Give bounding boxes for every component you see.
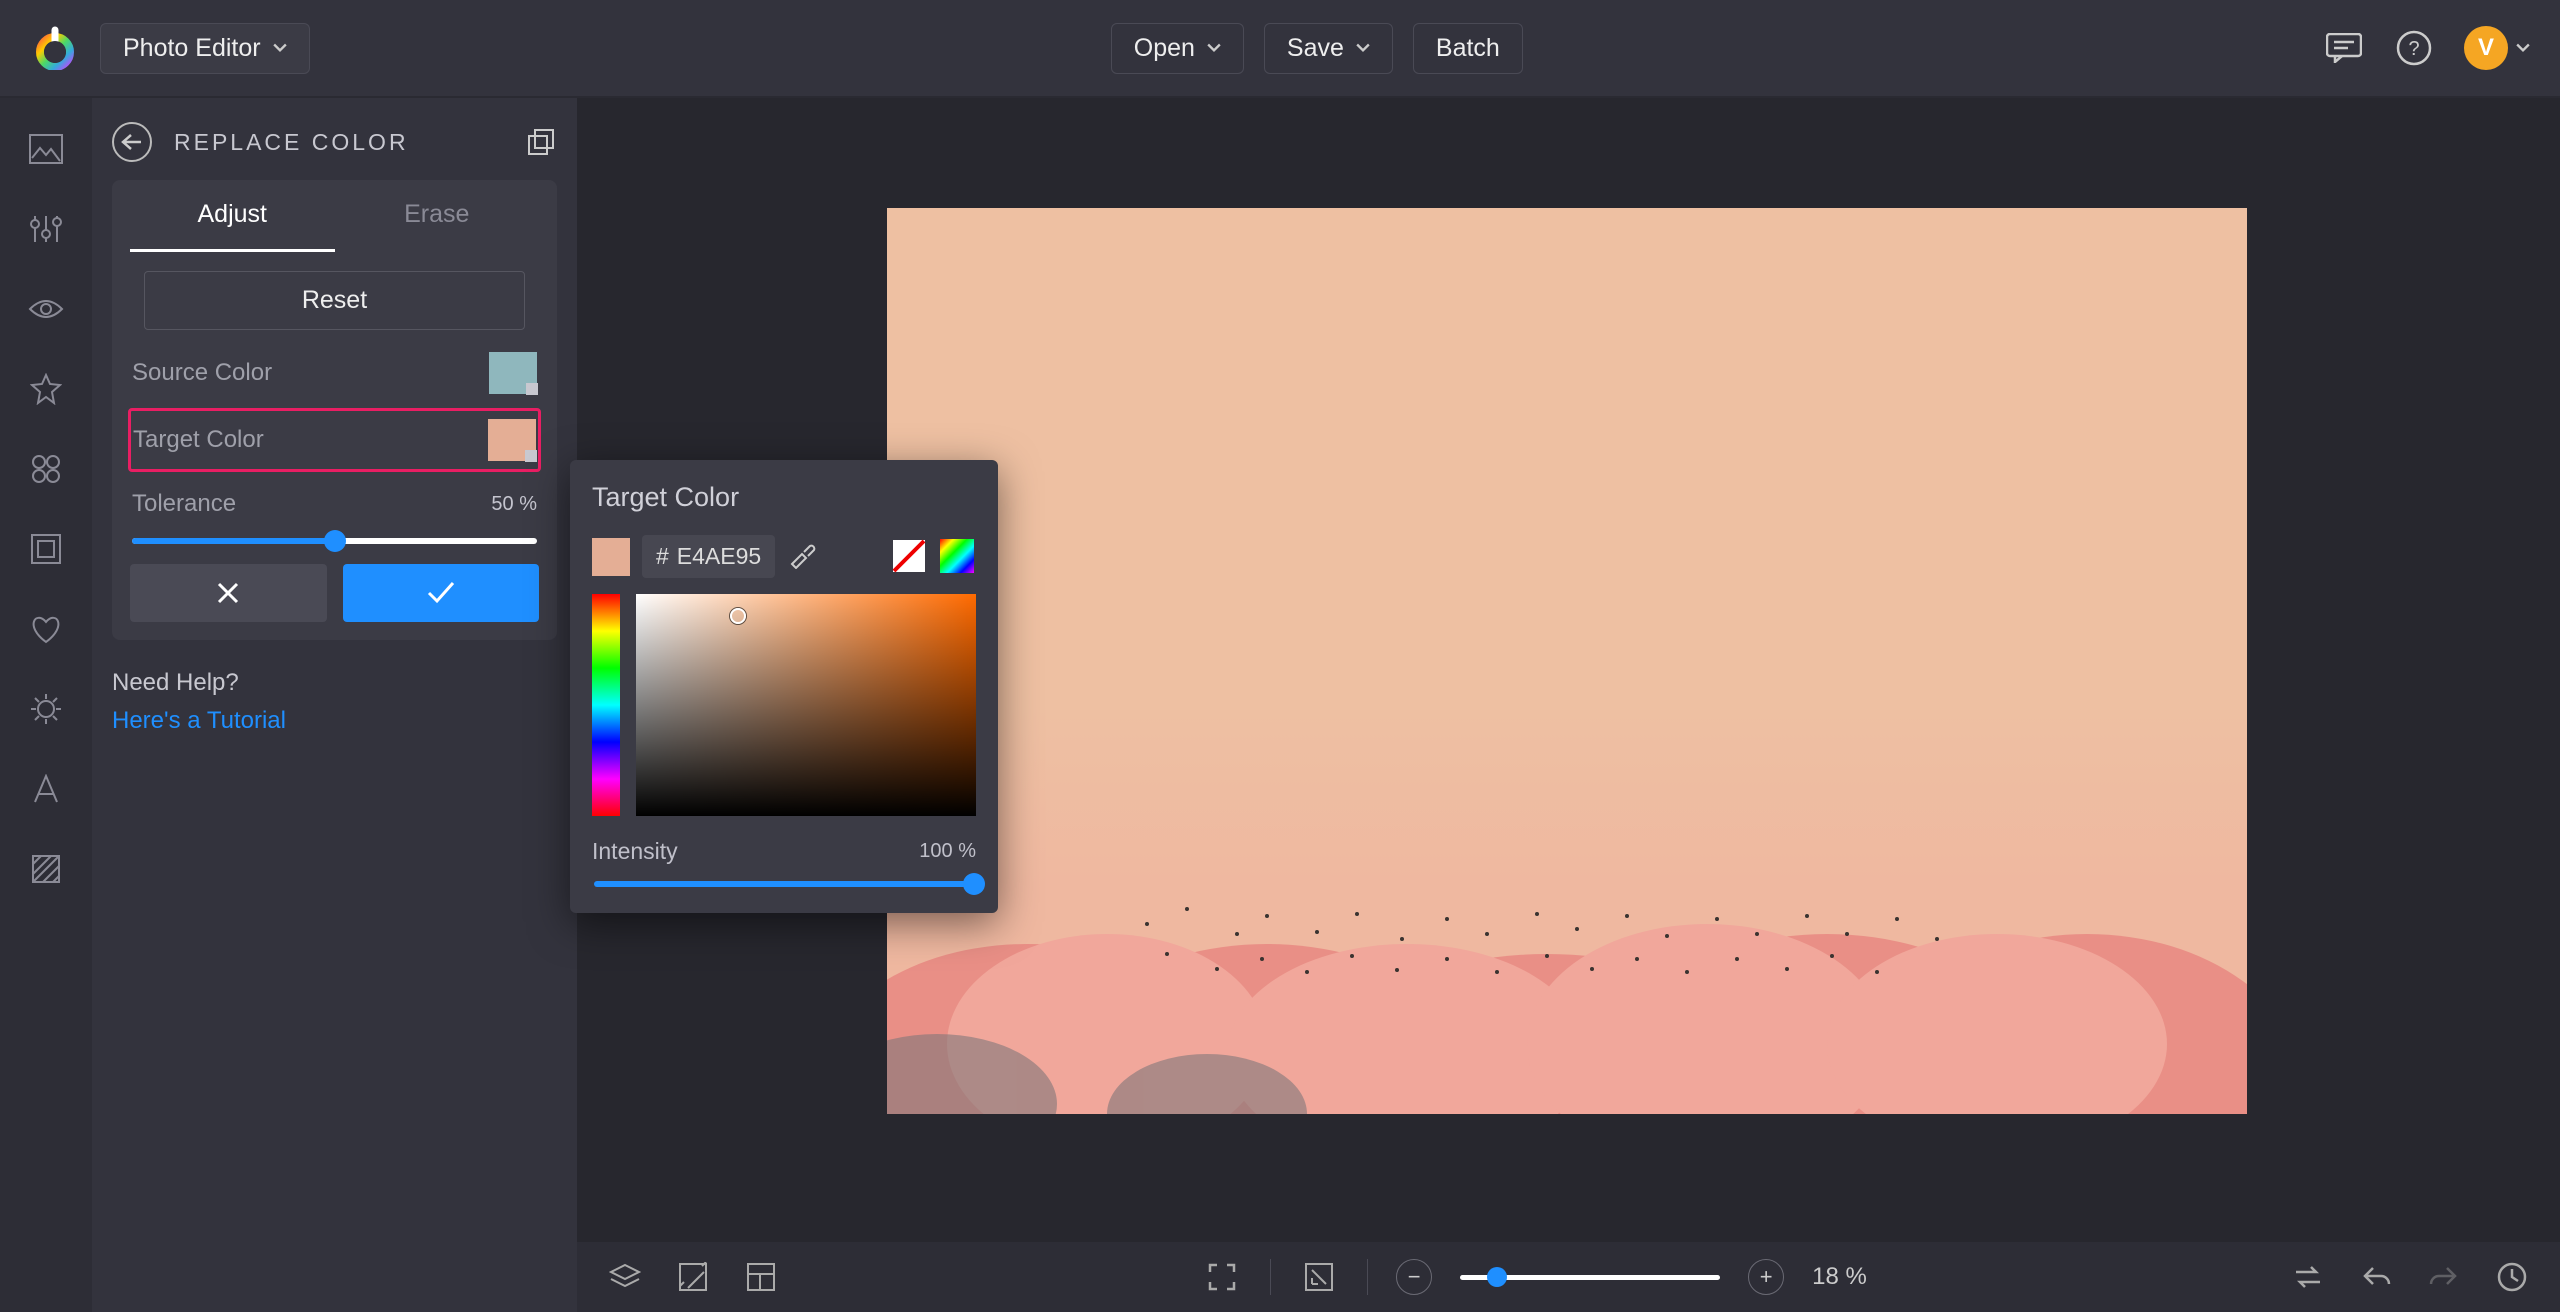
chevron-down-icon — [273, 41, 287, 55]
tab-erase[interactable]: Erase — [335, 180, 540, 252]
help-section: Need Help? Here's a Tutorial — [112, 664, 557, 741]
tolerance-slider[interactable] — [132, 538, 537, 544]
source-color-swatch[interactable] — [489, 352, 537, 394]
app-logo — [30, 23, 80, 73]
loop-icon[interactable] — [2288, 1257, 2328, 1297]
tolerance-label: Tolerance — [132, 490, 236, 518]
app-mode-dropdown[interactable]: Photo Editor — [100, 23, 310, 74]
reset-label: Reset — [302, 286, 367, 314]
zoom-in-button[interactable]: + — [1748, 1259, 1784, 1295]
source-color-label: Source Color — [132, 359, 272, 387]
panel-title: REPLACE COLOR — [174, 129, 409, 156]
intensity-label: Intensity — [592, 838, 678, 865]
top-bar: Photo Editor Open Save Batch ? V — [0, 0, 2560, 98]
account-menu[interactable]: V — [2464, 26, 2530, 70]
tolerance-slider-fill — [132, 538, 335, 544]
source-color-row: Source Color — [130, 342, 539, 404]
eye-tool-icon[interactable] — [25, 288, 67, 330]
svg-text:?: ? — [2408, 38, 2419, 60]
help-question: Need Help? — [112, 664, 557, 702]
picker-title: Target Color — [592, 482, 976, 513]
hex-prefix: # — [656, 543, 669, 570]
help-icon[interactable]: ? — [2394, 28, 2434, 68]
chevron-down-icon — [1356, 41, 1370, 55]
bottom-bar: − + 18 % — [577, 1242, 2560, 1312]
fit-screen-icon[interactable] — [1202, 1257, 1242, 1297]
text-tool-icon[interactable] — [25, 768, 67, 810]
check-icon — [426, 581, 456, 605]
settings-panel: REPLACE COLOR Adjust Erase Reset Source … — [92, 98, 577, 1312]
chevron-down-icon — [525, 450, 537, 462]
rainbow-palette-icon[interactable] — [940, 539, 976, 575]
texture-tool-icon[interactable] — [25, 848, 67, 890]
batch-label: Batch — [1436, 34, 1500, 63]
save-label: Save — [1287, 34, 1344, 63]
hex-input[interactable]: # E4AE95 — [642, 535, 775, 578]
chevron-down-icon — [526, 383, 538, 395]
shapes-tool-icon[interactable] — [25, 448, 67, 490]
zoom-out-button[interactable]: − — [1396, 1259, 1432, 1295]
back-button[interactable] — [112, 122, 152, 162]
hex-value: E4AE95 — [677, 543, 761, 570]
compare-icon[interactable] — [673, 1257, 713, 1297]
target-color-label: Target Color — [133, 426, 264, 454]
hue-slider[interactable] — [592, 594, 620, 816]
feedback-icon[interactable] — [2324, 28, 2364, 68]
arrow-left-icon — [121, 133, 143, 151]
grid-icon[interactable] — [741, 1257, 781, 1297]
intensity-value: 100 % — [919, 840, 976, 863]
reset-button[interactable]: Reset — [144, 271, 524, 330]
tab-erase-label: Erase — [404, 200, 469, 228]
tolerance-value: 50 % — [491, 493, 537, 516]
chevron-down-icon — [2516, 41, 2530, 55]
chevron-down-icon — [1207, 41, 1221, 55]
zoom-slider-thumb[interactable] — [1487, 1267, 1507, 1287]
clouds-illustration — [887, 744, 2247, 1114]
adjust-sliders-icon[interactable] — [25, 208, 67, 250]
frame-tool-icon[interactable] — [25, 528, 67, 570]
avatar-initial: V — [2478, 34, 2494, 62]
target-color-swatch[interactable] — [488, 419, 536, 461]
copy-settings-icon[interactable] — [525, 126, 557, 158]
intensity-slider[interactable] — [594, 881, 974, 887]
actual-size-icon[interactable] — [1299, 1257, 1339, 1297]
redo-icon[interactable] — [2424, 1257, 2464, 1297]
zoom-slider[interactable] — [1460, 1275, 1720, 1280]
star-tool-icon[interactable] — [25, 368, 67, 410]
tool-strip — [0, 98, 92, 1312]
divider — [1270, 1259, 1271, 1295]
save-button[interactable]: Save — [1264, 23, 1393, 74]
adjust-card: Adjust Erase Reset Source Color Target C… — [112, 180, 557, 640]
app-mode-label: Photo Editor — [123, 34, 261, 63]
layers-icon[interactable] — [605, 1257, 645, 1297]
intensity-slider-thumb[interactable] — [963, 873, 985, 895]
gear-tool-icon[interactable] — [25, 688, 67, 730]
picker-current-swatch — [592, 538, 630, 576]
tab-adjust-label: Adjust — [198, 200, 267, 228]
close-icon — [216, 581, 240, 605]
divider — [1367, 1259, 1368, 1295]
apply-button[interactable] — [343, 564, 540, 622]
tolerance-row: Tolerance 50 % — [130, 476, 539, 522]
target-color-row: Target Color — [128, 408, 541, 472]
batch-button[interactable]: Batch — [1413, 23, 1523, 74]
heart-tool-icon[interactable] — [25, 608, 67, 650]
no-color-icon[interactable] — [892, 539, 928, 575]
saturation-value-box[interactable] — [636, 594, 976, 816]
color-picker-popover: Target Color # E4AE95 Intensity 100 % — [570, 460, 998, 913]
cancel-button[interactable] — [130, 564, 327, 622]
avatar: V — [2464, 26, 2508, 70]
help-tutorial-link[interactable]: Here's a Tutorial — [112, 702, 557, 740]
history-icon[interactable] — [2492, 1257, 2532, 1297]
image-tool-icon[interactable] — [25, 128, 67, 170]
open-button[interactable]: Open — [1111, 23, 1244, 74]
undo-icon[interactable] — [2356, 1257, 2396, 1297]
sv-cursor[interactable] — [730, 608, 746, 624]
tolerance-slider-thumb[interactable] — [324, 530, 346, 552]
image-canvas[interactable] — [887, 208, 2247, 1114]
eyedropper-icon[interactable] — [787, 539, 823, 575]
tab-adjust[interactable]: Adjust — [130, 180, 335, 252]
zoom-value: 18 % — [1812, 1263, 1867, 1291]
open-label: Open — [1134, 34, 1195, 63]
